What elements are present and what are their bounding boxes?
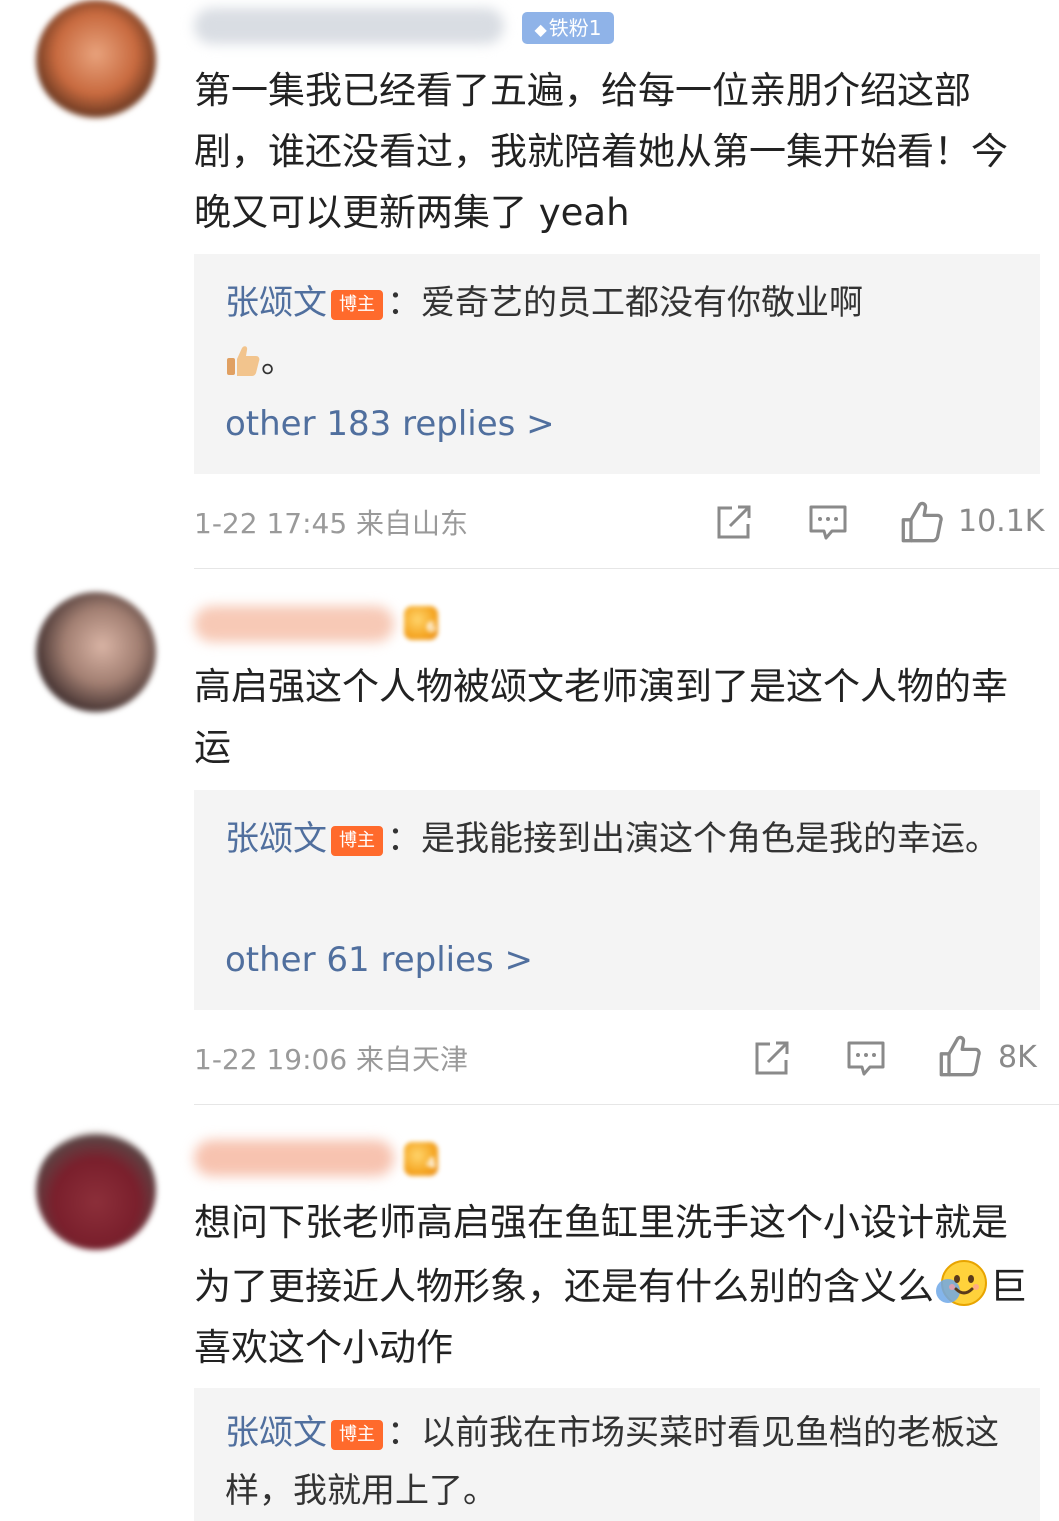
avatar[interactable]	[36, 1130, 156, 1250]
timestamp-location: 1-22 17:45 来自山东	[194, 507, 469, 540]
avatar[interactable]	[36, 0, 156, 120]
blogger-tag: 博主	[331, 1420, 383, 1450]
diamond-icon: ◆	[534, 20, 547, 39]
blogger-tag: 博主	[331, 290, 383, 320]
username-blurred[interactable]	[194, 606, 394, 642]
like-count: 10.1K	[958, 504, 1045, 539]
smiling-face-emoji	[936, 1260, 987, 1306]
reply-author[interactable]: 张颂文	[225, 1413, 327, 1453]
level-badge-icon: 4	[404, 1142, 438, 1176]
reply-line: 张颂文 博主 ：以前我在市场买菜时看见鱼档的老板这样，我就用上了。	[225, 1404, 1015, 1520]
comment-text: 高启强这个人物被颂文老师演到了是这个人物的幸运	[194, 665, 1008, 769]
level-badge-icon: 6	[404, 606, 438, 640]
share-icon[interactable]	[714, 502, 754, 542]
reply-line: 张颂文 博主 ：爱奇艺的员工都没有你敬业啊 。	[225, 274, 1015, 390]
more-replies-link[interactable]: other 61 replies >	[225, 940, 533, 980]
reply-text: ：爱奇艺的员工都没有你敬业啊	[387, 283, 863, 323]
reply-author[interactable]: 张颂文	[225, 819, 327, 859]
timestamp-location: 1-22 19:06 来自天津	[194, 1043, 469, 1076]
avatar[interactable]	[36, 592, 156, 712]
reply-box[interactable]: 张颂文 博主 ：以前我在市场买菜时看见鱼档的老板这样，我就用上了。	[194, 1388, 1040, 1521]
comment-icon[interactable]	[846, 1038, 886, 1078]
reply-text: ：是我能接到出演这个角色是我的幸运。	[387, 819, 999, 859]
reply-box[interactable]: 张颂文 博主 ：爱奇艺的员工都没有你敬业啊 。 other 183 replies …	[194, 254, 1040, 474]
thumbs-up-emoji	[227, 346, 260, 376]
username-blurred[interactable]	[194, 1140, 394, 1176]
like-icon[interactable]	[938, 1034, 982, 1078]
more-replies-link[interactable]: other 183 replies >	[225, 404, 555, 444]
fan-badge: ◆ 铁粉1	[522, 12, 614, 44]
blogger-tag: 博主	[331, 826, 383, 856]
username-blurred[interactable]	[194, 8, 504, 44]
reply-box[interactable]: 张颂文 博主 ：是我能接到出演这个角色是我的幸运。 other 61 replies…	[194, 790, 1040, 1010]
comment-text: 想问下张老师高启强在鱼缸里洗手这个小设计就是为了更接近人物形象，还是有什么别的含…	[194, 1192, 1044, 1378]
reply-author[interactable]: 张颂文	[225, 283, 327, 323]
like-icon[interactable]	[900, 500, 944, 544]
comment-text: 第一集我已经看了五遍，给每一位亲朋介绍这部剧，谁还没看过，我就陪着她从第一集开始…	[194, 69, 1008, 234]
comment-icon[interactable]	[808, 502, 848, 542]
comment-text-part1: 想问下张老师高启强在鱼缸里洗手这个小设计就是为了更接近人物形象，还是有什么别的含…	[194, 1201, 1008, 1308]
reply-text-suffix: 。	[261, 341, 295, 381]
divider	[194, 1104, 1059, 1105]
reply-line: 张颂文 博主 ：是我能接到出演这个角色是我的幸运。	[225, 810, 1015, 868]
like-count: 8K	[998, 1040, 1037, 1075]
divider	[194, 568, 1059, 569]
share-icon[interactable]	[752, 1038, 792, 1078]
